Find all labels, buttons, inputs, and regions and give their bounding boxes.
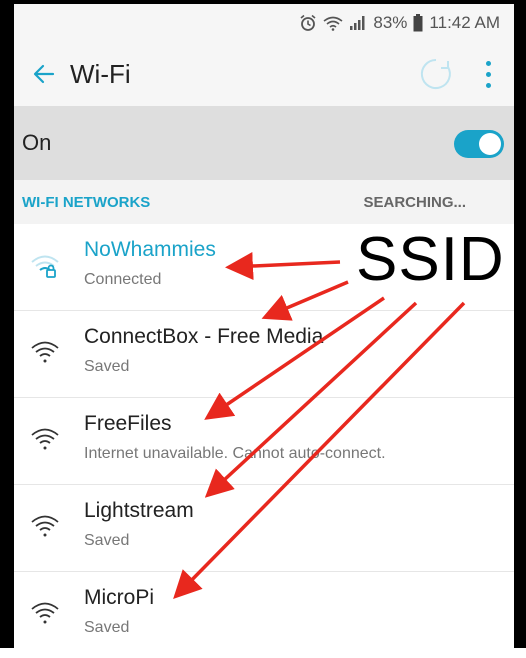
wifi-icon — [31, 428, 59, 450]
battery-percent: 83% — [373, 13, 408, 32]
status-bar: 83% 11:42 AM — [14, 4, 514, 42]
networks-section-header: WI-FI NETWORKS SEARCHING... — [14, 180, 514, 224]
network-name: ConnectBox - Free Media — [84, 325, 324, 348]
network-name: NoWhammies — [84, 238, 216, 261]
wifi-locked-icon — [31, 255, 59, 278]
signal-bars-icon — [350, 16, 365, 30]
page-title: Wi-Fi — [70, 58, 131, 89]
refresh-icon[interactable] — [418, 56, 454, 92]
switch-knob — [479, 133, 501, 155]
wifi-icon — [31, 602, 59, 624]
app-bar: Wi-Fi — [14, 42, 514, 106]
network-status: Saved — [84, 619, 130, 636]
network-status: Connected — [84, 271, 162, 288]
network-status: Internet unavailable. Cannot auto-connec… — [84, 445, 386, 462]
wifi-status-icon — [323, 16, 343, 31]
alarm-icon — [300, 14, 316, 31]
network-status: Saved — [84, 532, 130, 549]
wifi-toggle-label: On — [22, 130, 52, 155]
back-arrow-icon — [33, 64, 55, 84]
network-item-micropi[interactable]: MicroPi Saved — [14, 571, 514, 658]
wifi-icon — [31, 341, 59, 363]
wifi-switch[interactable] — [454, 130, 504, 158]
section-title: WI-FI NETWORKS — [22, 193, 151, 211]
network-item-freefiles[interactable]: FreeFiles Internet unavailable. Cannot a… — [14, 397, 514, 484]
network-item-connectbox[interactable]: ConnectBox - Free Media Saved — [14, 310, 514, 397]
more-options-button[interactable] — [476, 54, 500, 94]
wifi-icon — [31, 515, 59, 537]
clock: 11:42 AM — [429, 13, 500, 32]
ssid-annotation-label: SSID — [356, 225, 505, 294]
network-name: Lightstream — [84, 499, 194, 522]
network-status: Saved — [84, 358, 130, 375]
more-vert-icon — [485, 60, 491, 66]
wifi-toggle-row[interactable]: On — [14, 106, 514, 180]
network-name: FreeFiles — [84, 412, 172, 435]
battery-icon — [413, 14, 423, 32]
scan-status: SEARCHING... — [363, 193, 466, 211]
back-button[interactable] — [20, 50, 68, 98]
network-name: MicroPi — [84, 586, 155, 609]
network-item-lightstream[interactable]: Lightstream Saved — [14, 484, 514, 571]
